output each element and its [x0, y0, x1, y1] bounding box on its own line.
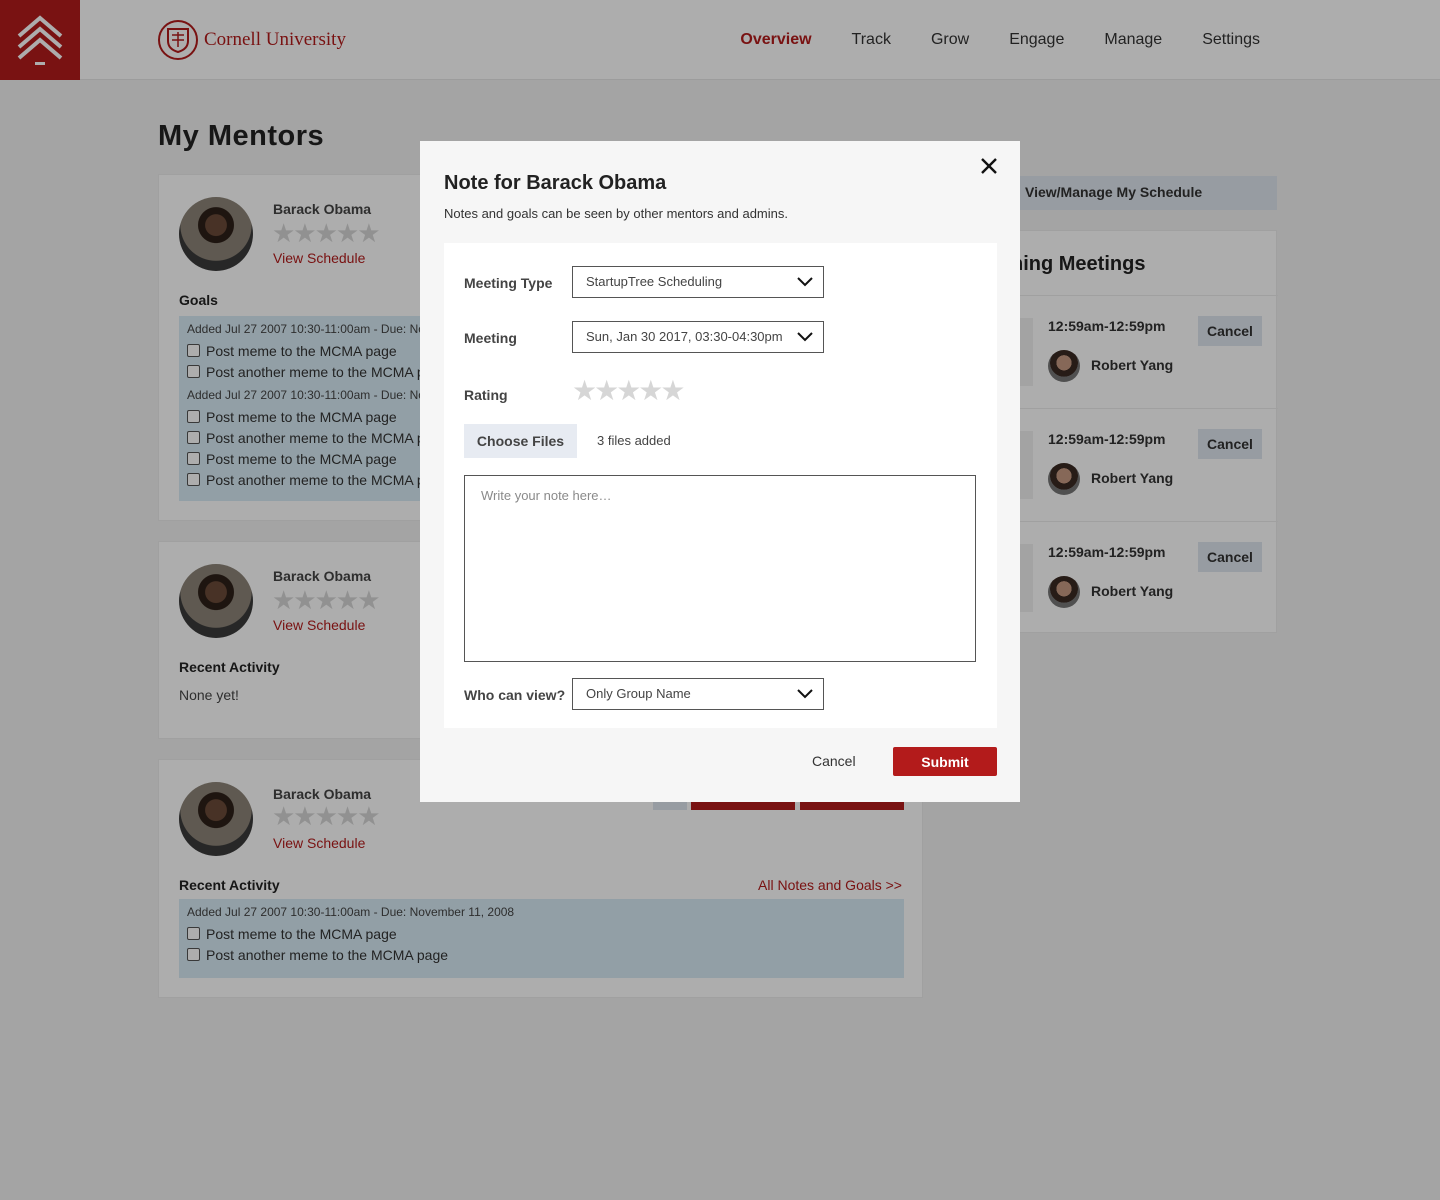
files-added-status: 3 files added — [597, 433, 671, 448]
chevron-down-icon — [797, 277, 813, 287]
visibility-label: Who can view? — [464, 687, 566, 703]
modal-title: Note for Barack Obama — [444, 172, 667, 194]
chevron-down-icon — [797, 332, 813, 342]
submit-button[interactable]: Submit — [893, 747, 997, 776]
meeting-type-value: StartupTree Scheduling — [586, 274, 723, 289]
note-modal: Note for Barack Obama Notes and goals ca… — [420, 141, 1020, 802]
visibility-select[interactable]: Only Group Name — [572, 678, 824, 710]
rating-label: Rating — [464, 387, 508, 403]
choose-files-button[interactable]: Choose Files — [464, 424, 577, 458]
meeting-type-select[interactable]: StartupTree Scheduling — [572, 266, 824, 298]
close-icon[interactable] — [978, 155, 1000, 177]
chevron-down-icon — [797, 689, 813, 699]
meeting-value: Sun, Jan 30 2017, 03:30-04:30pm — [586, 329, 783, 344]
note-textarea[interactable] — [464, 475, 976, 662]
rating-input[interactable]: ★★★★★ — [572, 377, 686, 405]
cancel-button[interactable]: Cancel — [812, 753, 856, 769]
meeting-select[interactable]: Sun, Jan 30 2017, 03:30-04:30pm — [572, 321, 824, 353]
note-form: Meeting Type StartupTree Scheduling Meet… — [444, 243, 997, 728]
modal-subtitle: Notes and goals can be seen by other men… — [444, 206, 788, 221]
visibility-value: Only Group Name — [586, 686, 691, 701]
meeting-type-label: Meeting Type — [464, 275, 553, 291]
meeting-label: Meeting — [464, 330, 517, 346]
